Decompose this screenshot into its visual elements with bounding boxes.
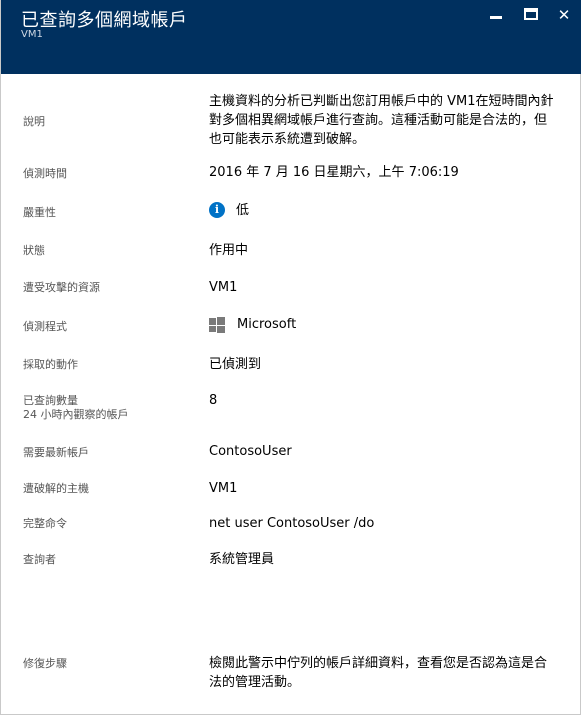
query-count-label: 已查詢數量 [23,394,78,407]
severity-label: 嚴重性 [23,206,56,219]
full-command-label: 完整命令 [23,517,67,530]
latest-account-label: 需要最新帳戶 [23,446,89,459]
attacked-resource-value: VM1 [209,280,238,295]
compromised-host-value: VM1 [209,481,238,496]
info-icon: i [209,202,225,218]
query-count-value: 8 [209,393,218,408]
title-bar: 已查詢多個網域帳戶 VM1 ✕ [1,0,581,74]
detection-time-label: 偵測時間 [23,167,67,180]
description-value: 主機資料的分析已判斷出您訂用帳戶中的 VM1在短時間內針對多個相異網域帳戶進行查… [209,94,554,147]
windows-logo-icon [209,317,225,333]
window-title: 已查詢多個網域帳戶 [21,10,188,31]
status-label: 狀態 [23,244,45,257]
detection-time-value: 2016 年 7 月 16 日星期六，上午 7:06:19 [209,165,459,180]
remediation-label: 修復步驟 [23,657,67,670]
latest-account-value: ContosoUser [209,444,292,459]
remediation-value: 檢閱此警示中佇列的帳戶詳細資料，查看您是否認為這是合法的管理活動。 [209,656,548,690]
close-icon: ✕ [557,6,571,24]
queried-by-value: 系統管理員 [209,552,275,567]
detector-label: 偵測程式 [23,320,67,333]
alert-detail-window: 已查詢多個網域帳戶 VM1 ✕ 說明 主機資料的分析已判斷出您訂用帳戶中的 VM… [0,0,581,715]
queried-by-label: 查詢者 [23,553,56,566]
action-taken-label: 採取的動作 [23,358,78,371]
status-value: 作用中 [209,243,249,258]
detector-value: Microsoft [237,317,297,332]
maximize-icon [524,8,538,20]
action-taken-value: 已偵測到 [209,357,262,372]
description-label: 說明 [23,115,45,128]
full-command-value: net user ContosoUser /do [209,516,375,531]
attacked-resource-label: 遭受攻擊的資源 [23,281,100,294]
compromised-host-label: 遭破解的主機 [23,482,89,495]
minimize-button[interactable] [487,6,507,24]
close-button[interactable]: ✕ [554,6,574,24]
maximize-button[interactable] [521,6,541,24]
query-count-sublabel: 24 小時內觀察的帳戶 [23,408,129,421]
window-subtitle: VM1 [21,29,43,40]
minimize-icon [490,16,502,19]
severity-value: 低 [236,203,250,218]
